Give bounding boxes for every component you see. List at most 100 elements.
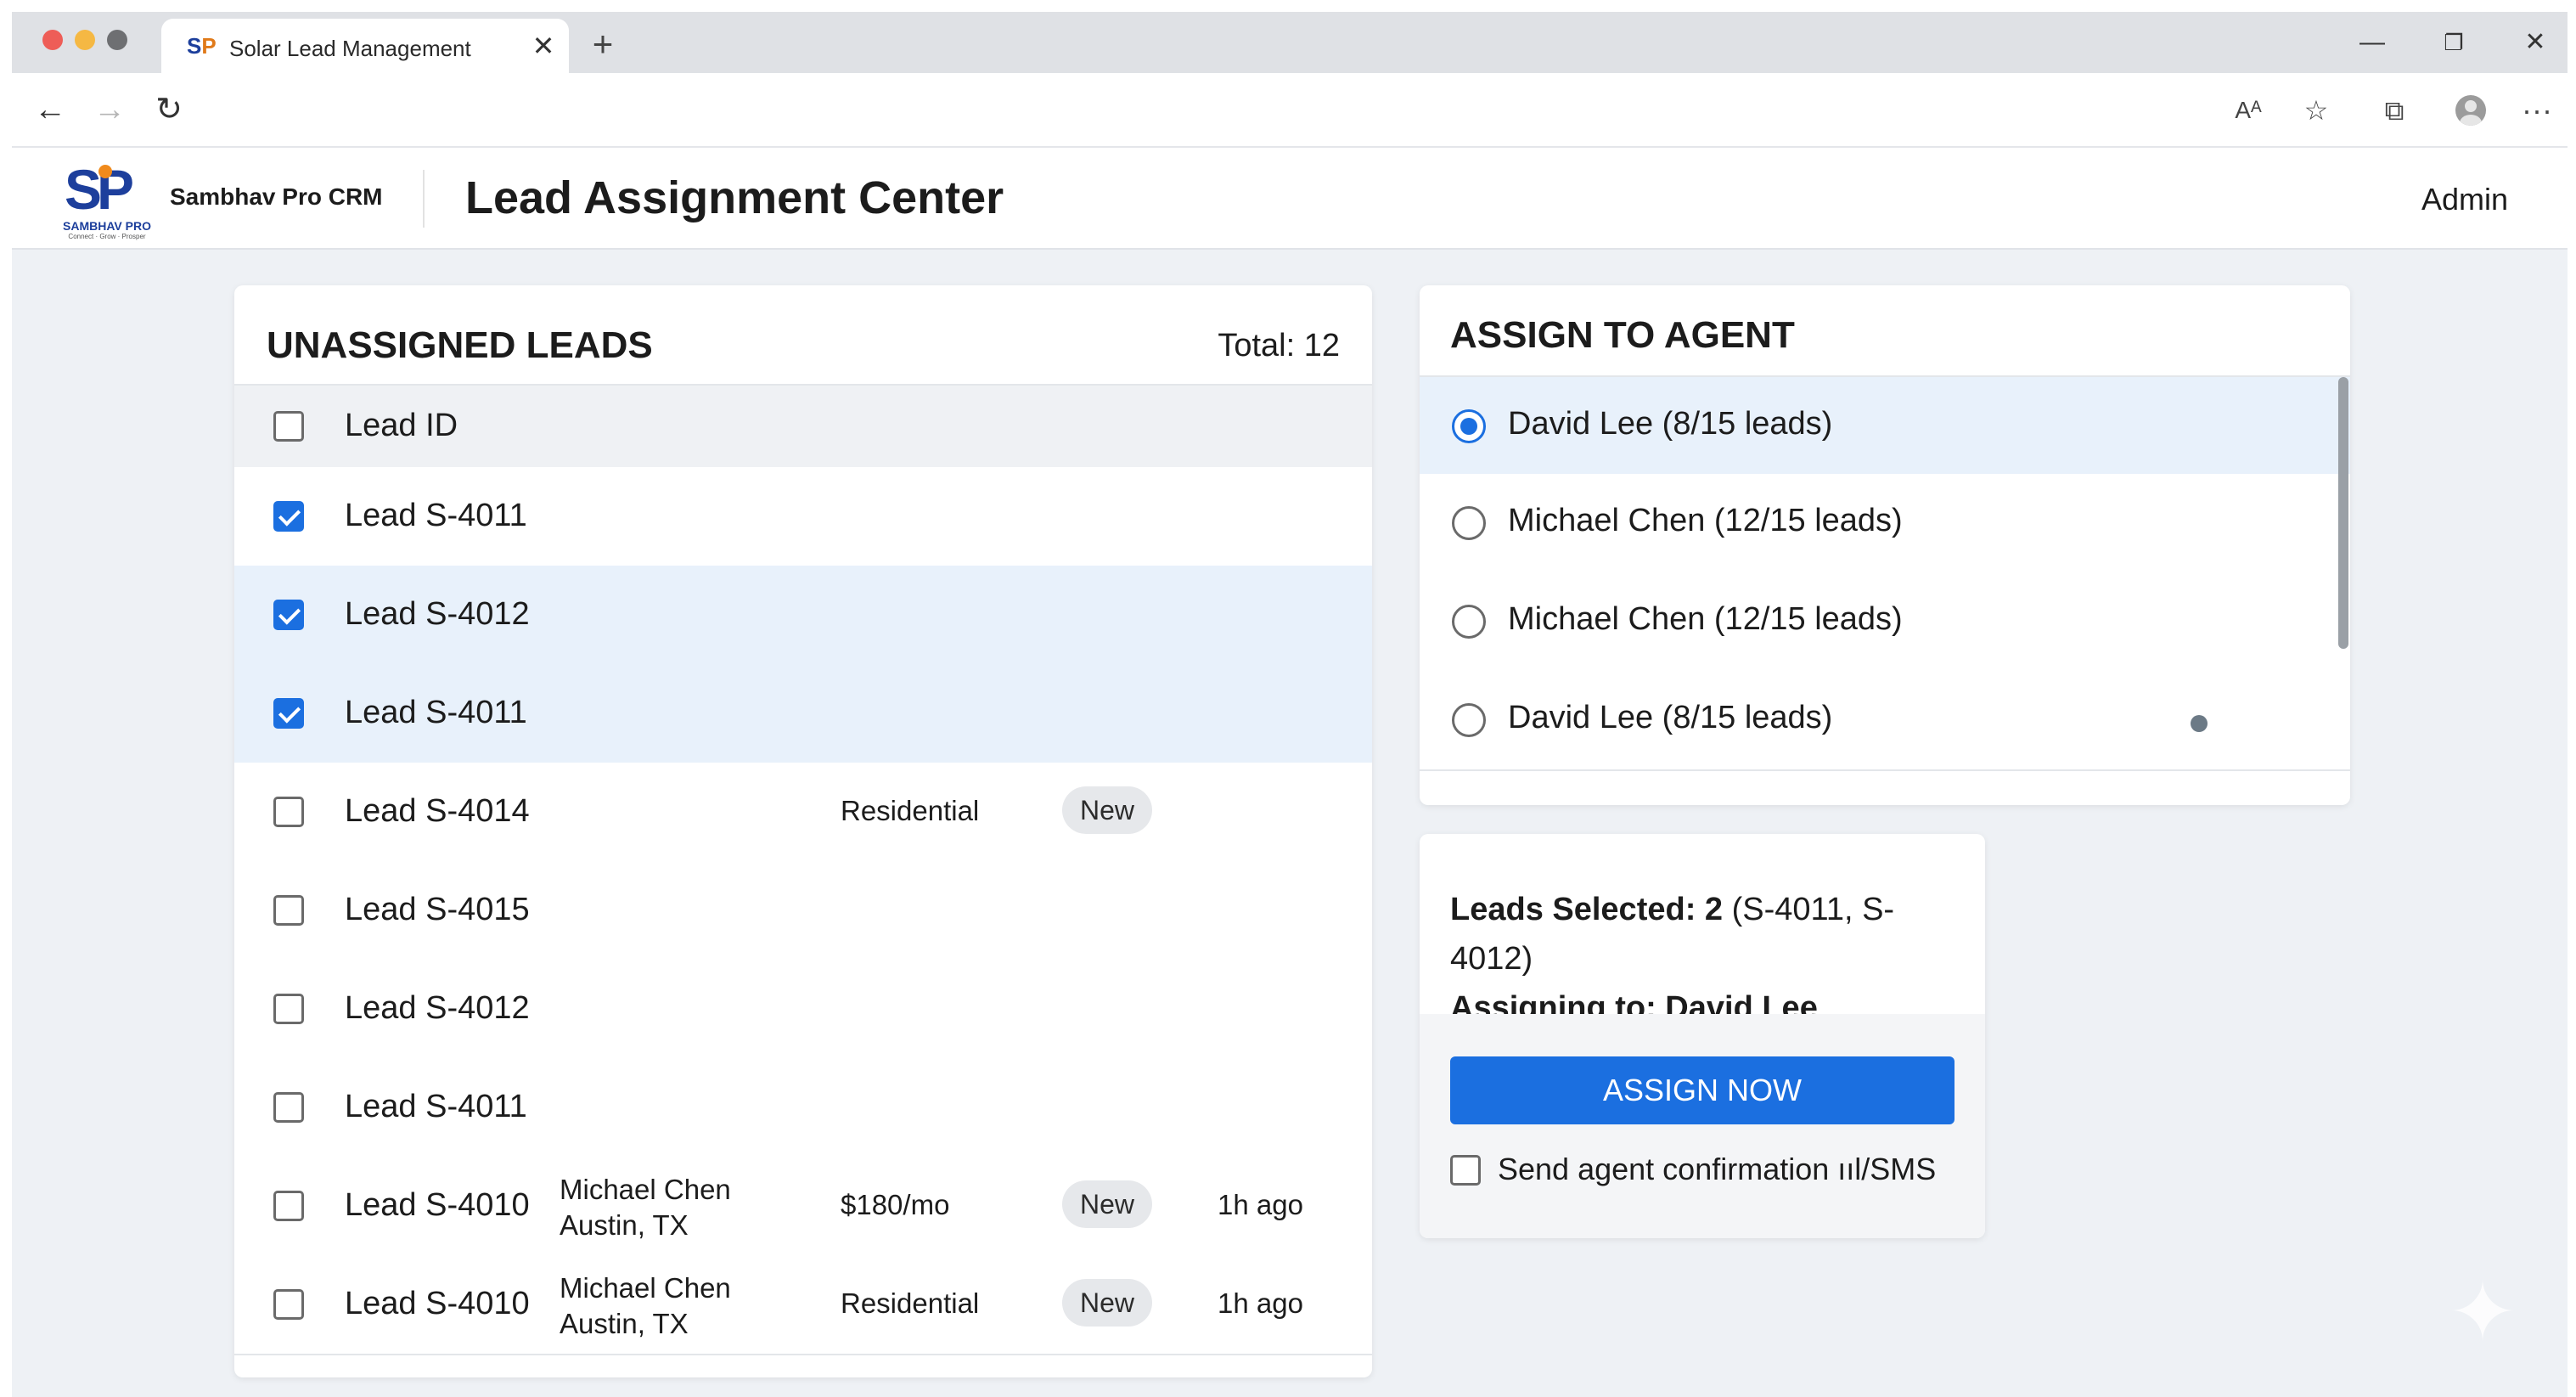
send-confirmation-checkbox[interactable] xyxy=(1450,1155,1481,1186)
lead-id: Lead S-4011 xyxy=(345,695,527,730)
app-header: SP SAMBHAV PRO Connect · Grow · Prosper … xyxy=(12,148,2568,250)
status-dot-icon xyxy=(2191,715,2208,732)
browser-window: SP Solar Lead Management ✕ + — ❐ ✕ ← → ↻… xyxy=(12,12,2568,1397)
brand-name: Sambhav Pro CRM xyxy=(170,183,383,210)
table-row[interactable]: Lead S-4011 xyxy=(234,467,1372,567)
maximize-icon[interactable]: ❐ xyxy=(2430,24,2478,61)
sparkle-watermark-icon: ✦ xyxy=(2448,1267,2517,1358)
browser-tab-active[interactable]: SP Solar Lead Management ✕ xyxy=(161,19,569,73)
sambhav-pro-logo[interactable]: SP SAMBHAV PRO Connect · Grow · Prosper xyxy=(54,160,160,241)
summary-text: Leads Selected: 2 (S-4011, S-4012) Assig… xyxy=(1450,885,1968,1033)
lead-checkbox[interactable] xyxy=(273,501,304,532)
agent-radio[interactable] xyxy=(1452,506,1486,540)
lead-checkbox[interactable] xyxy=(273,797,304,827)
forward-arrow-icon[interactable]: → xyxy=(88,88,131,131)
lead-checkbox[interactable] xyxy=(273,1191,304,1221)
assignment-summary-panel: Leads Selected: 2 (S-4011, S-4012) Assig… xyxy=(1420,834,1985,1238)
agent-label: Michael Chen (12/15 leads) xyxy=(1508,503,1903,538)
lead-contact-city: Austin, TX xyxy=(560,1308,689,1339)
more-menu-icon[interactable]: ··· xyxy=(2517,90,2557,131)
send-confirmation-label[interactable]: Send agent confirmation ııl/SMS xyxy=(1498,1152,1936,1187)
window-zoom-dot[interactable] xyxy=(107,30,127,50)
status-badge: New xyxy=(1062,786,1152,834)
lead-time: 1h ago xyxy=(1218,1189,1303,1220)
lead-type: Residential xyxy=(841,1287,980,1319)
agent-radio[interactable] xyxy=(1452,409,1486,443)
table-row[interactable]: Lead S-4010 Michael Chen Austin, TX $180/mo… xyxy=(234,1157,1372,1257)
agent-label: David Lee (8/15 leads) xyxy=(1508,406,1833,442)
table-row[interactable]: Lead S-4011 xyxy=(234,664,1372,764)
agent-option[interactable]: David Lee (8/15 leads) xyxy=(1420,375,2350,477)
agent-option[interactable]: Michael Chen (12/15 leads) xyxy=(1420,474,2350,574)
column-header-lead-id: Lead ID xyxy=(345,408,458,443)
logo-tagline: Connect · Grow · Prosper xyxy=(68,233,146,240)
agent-option[interactable]: Michael Chen (12/15 leads) xyxy=(1420,572,2350,673)
address-bar[interactable] xyxy=(209,83,2298,136)
lead-checkbox[interactable] xyxy=(273,698,304,729)
table-row[interactable]: Lead S-4014 Residential New xyxy=(234,763,1372,863)
close-window-icon[interactable]: ✕ xyxy=(2511,24,2559,61)
lead-id: Lead S-4011 xyxy=(345,1089,527,1124)
assign-now-button[interactable]: ASSIGN NOW xyxy=(1450,1056,1954,1124)
lead-checkbox[interactable] xyxy=(273,600,304,630)
tab-close-icon[interactable]: ✕ xyxy=(526,29,560,63)
table-row[interactable]: Lead S-4011 xyxy=(234,1058,1372,1158)
lead-id: Lead S-4011 xyxy=(345,498,527,533)
assign-agent-panel: ASSIGN TO AGENT David Lee (8/15 leads) Mi… xyxy=(1420,285,2350,805)
leads-table-header: Lead ID xyxy=(234,384,1372,470)
agent-radio[interactable] xyxy=(1452,605,1486,639)
agent-list-scrollbar[interactable] xyxy=(2338,377,2348,649)
tab-title: Solar Lead Management xyxy=(229,36,471,61)
favorite-star-icon[interactable]: ☆ xyxy=(2296,90,2337,131)
new-tab-icon[interactable]: + xyxy=(586,26,620,62)
tab-strip: SP Solar Lead Management ✕ + — ❐ ✕ xyxy=(12,12,2568,73)
summary-actions: ASSIGN NOW Send agent confirmation ııl/S… xyxy=(1420,1014,1985,1238)
lead-checkbox[interactable] xyxy=(273,895,304,926)
avatar xyxy=(2455,95,2486,126)
lead-time: 1h ago xyxy=(1218,1287,1303,1319)
minimize-icon[interactable]: — xyxy=(2348,24,2396,61)
window-minimize-dot[interactable] xyxy=(75,30,95,50)
lead-contact-name: Michael Chen xyxy=(560,1272,731,1304)
agent-option[interactable]: David Lee (8/15 leads) xyxy=(1420,671,2350,771)
lead-type: $180/mo xyxy=(841,1189,950,1220)
logo-name: SAMBHAV PRO xyxy=(63,219,151,233)
agent-label: Michael Chen (12/15 leads) xyxy=(1508,601,1903,637)
table-row[interactable]: Lead S-4012 xyxy=(234,566,1372,666)
table-row[interactable]: Lead S-4015 xyxy=(234,861,1372,961)
status-badge: New xyxy=(1062,1279,1152,1327)
lead-contact-city: Austin, TX xyxy=(560,1209,689,1241)
lead-id: Lead S-4014 xyxy=(345,793,530,829)
table-row[interactable]: Lead S-4012 xyxy=(234,960,1372,1060)
leads-total-count: Total: 12 xyxy=(1218,328,1340,363)
lead-id: Lead S-4012 xyxy=(345,990,530,1026)
agent-radio[interactable] xyxy=(1452,703,1486,737)
lead-id: Lead S-4012 xyxy=(345,596,530,632)
agent-label: David Lee (8/15 leads) xyxy=(1508,700,1833,735)
lead-contact-name: Michael Chen xyxy=(560,1174,731,1205)
leads-selected-count: Leads Selected: 2 xyxy=(1450,892,1724,927)
lead-checkbox[interactable] xyxy=(273,994,304,1024)
sambhav-favicon-icon: SP xyxy=(187,33,217,59)
agent-panel-title: ASSIGN TO AGENT xyxy=(1450,314,1795,356)
back-arrow-icon[interactable]: ← xyxy=(29,88,71,131)
user-menu[interactable]: Admin xyxy=(2421,182,2508,217)
logo-mark: SP xyxy=(65,158,134,221)
status-badge: New xyxy=(1062,1180,1152,1228)
window-close-dot[interactable] xyxy=(42,30,63,50)
lead-id: Lead S-4010 xyxy=(345,1187,530,1223)
lead-checkbox[interactable] xyxy=(273,1092,304,1123)
lead-contact: Michael Chen Austin, TX xyxy=(560,1270,731,1342)
header-divider xyxy=(423,170,425,228)
read-aloud-icon[interactable]: Aᴬ xyxy=(2228,90,2269,131)
select-all-checkbox[interactable] xyxy=(273,411,304,442)
collections-icon[interactable]: ⧉ xyxy=(2374,90,2415,131)
profile-avatar-icon[interactable] xyxy=(2450,90,2491,131)
browser-toolbar: ← → ↻ Aᴬ ☆ ⧉ ··· xyxy=(12,73,2568,148)
lead-id: Lead S-4010 xyxy=(345,1286,530,1321)
lead-checkbox[interactable] xyxy=(273,1289,304,1320)
table-row[interactable]: Lead S-4010 Michael Chen Austin, TX Residen… xyxy=(234,1255,1372,1355)
logo-sun-icon xyxy=(98,165,112,178)
reload-icon[interactable]: ↻ xyxy=(148,88,190,131)
leads-panel-title: UNASSIGNED LEADS xyxy=(267,324,653,366)
